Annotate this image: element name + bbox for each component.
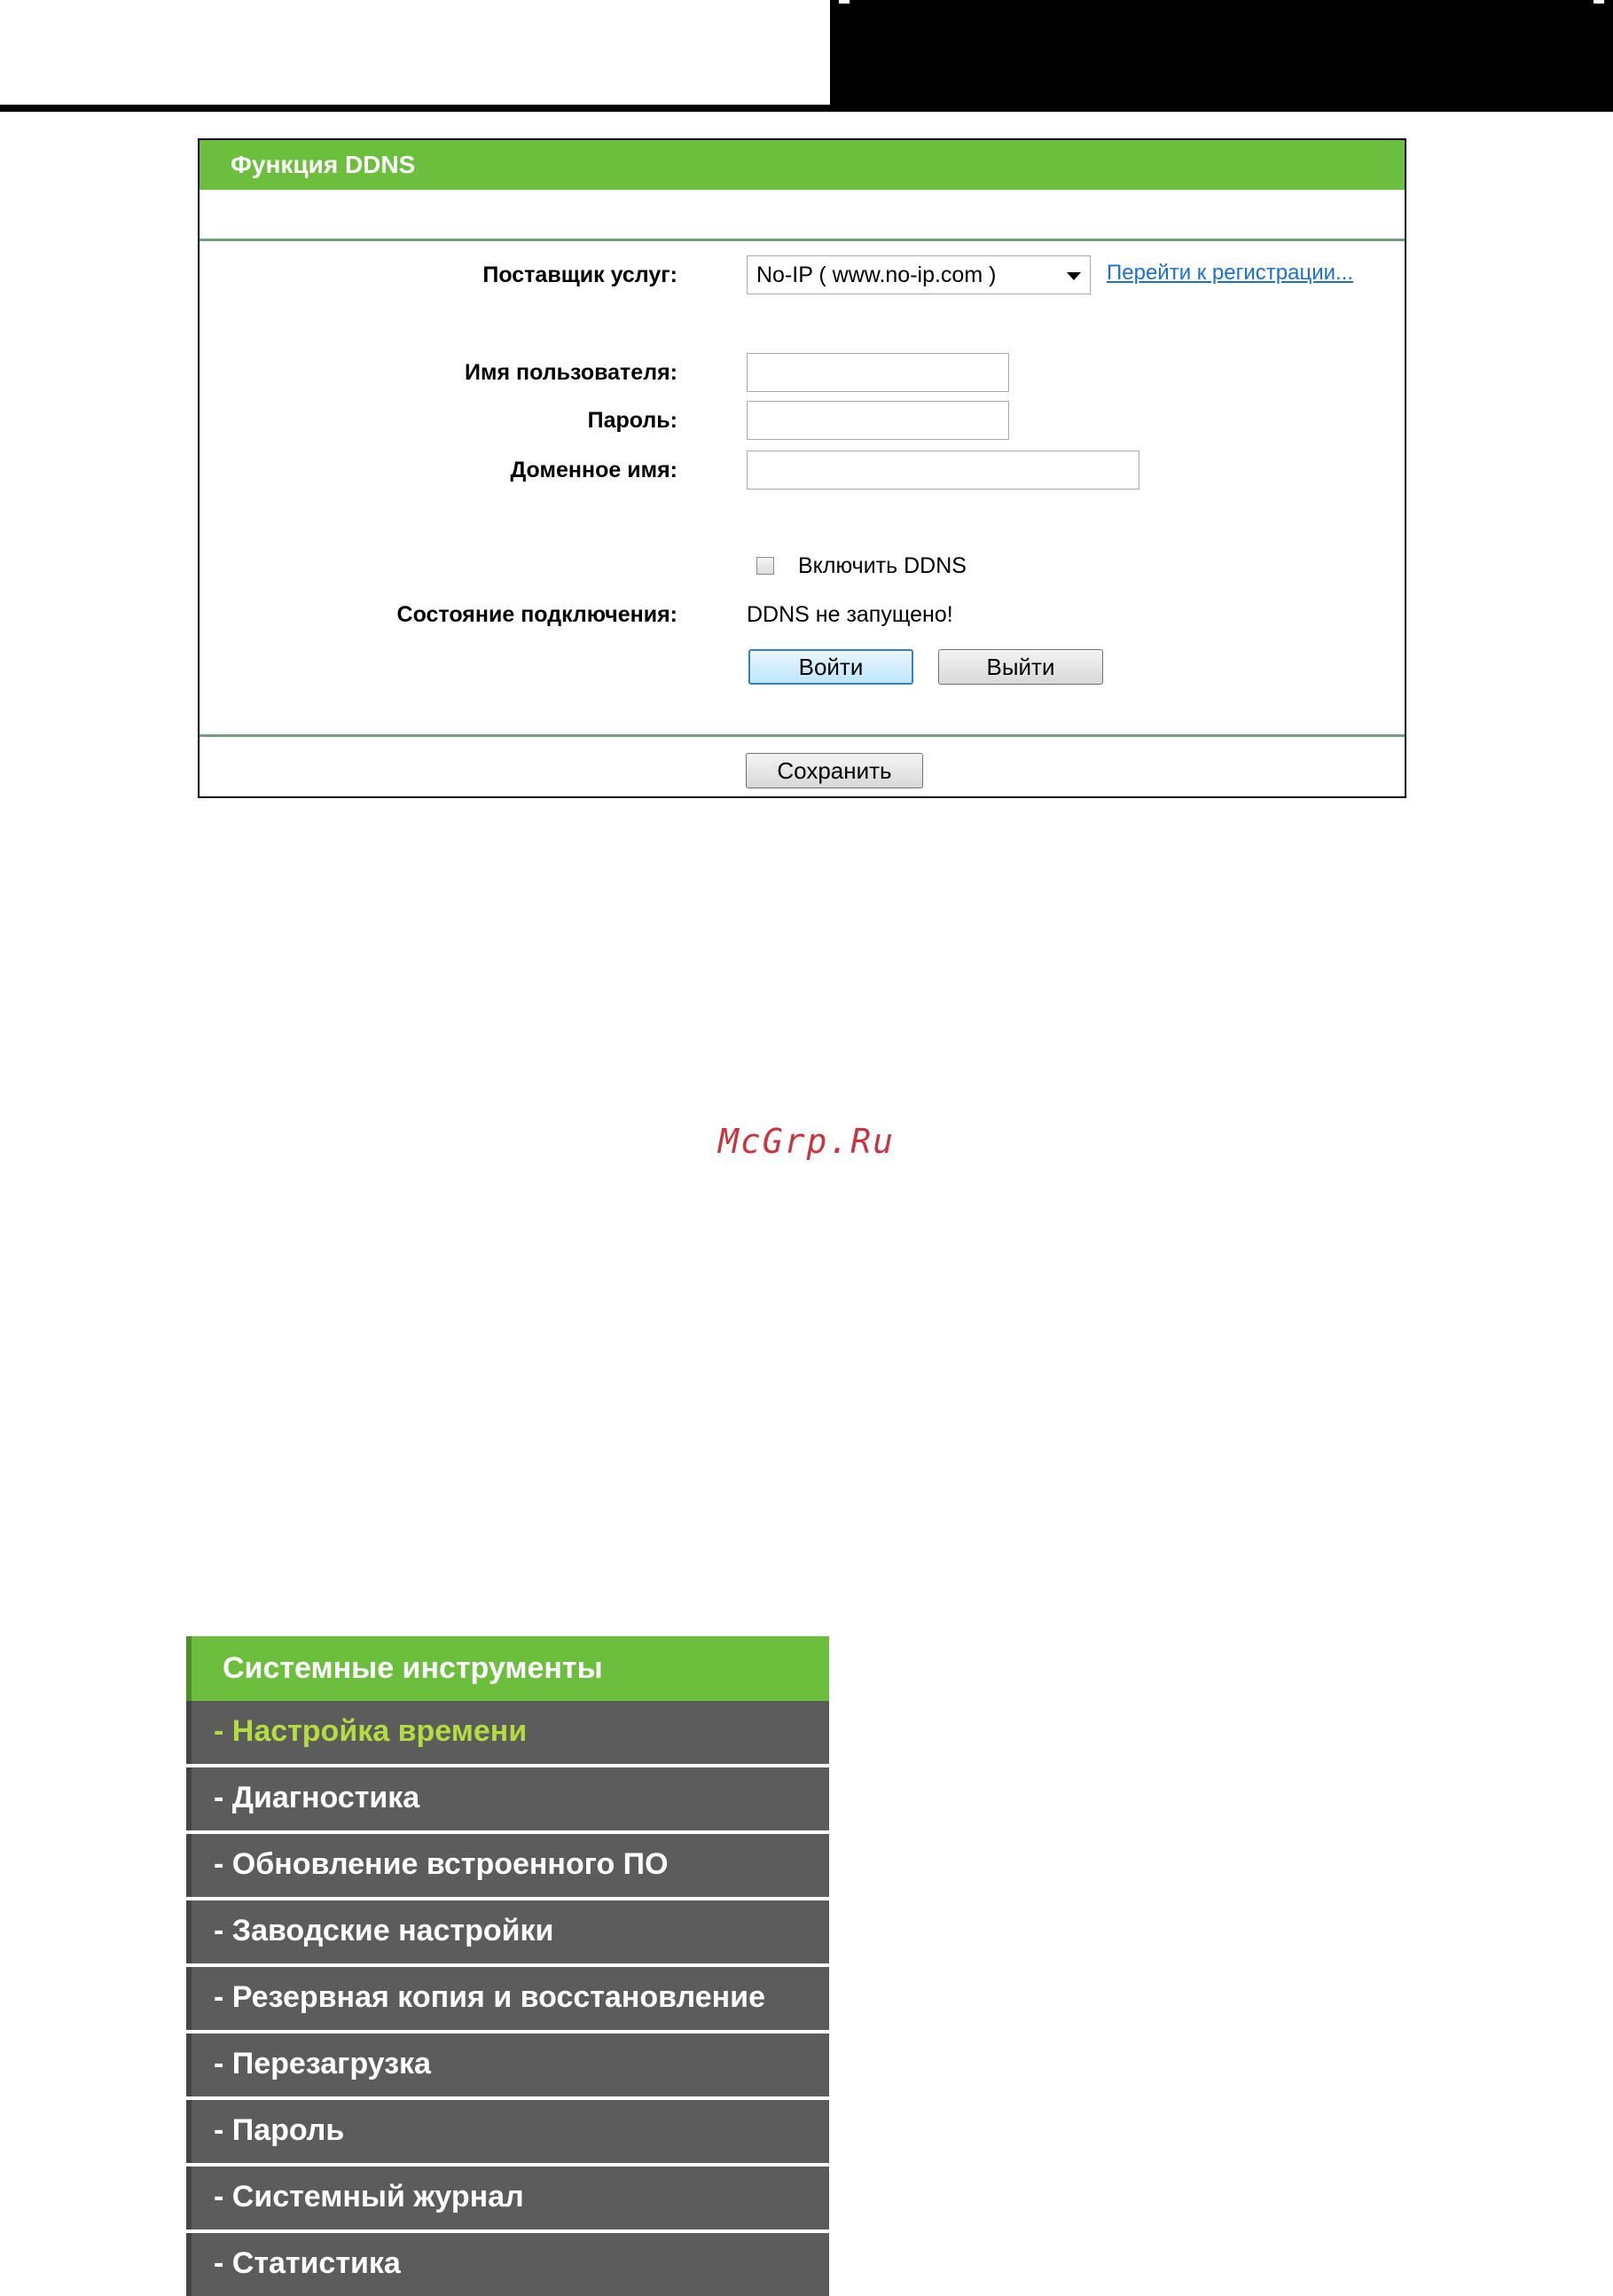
status-value: DDNS не запущено! <box>747 602 953 627</box>
domain-label: Доменное имя: <box>510 458 677 482</box>
chevron-down-icon <box>1067 272 1081 280</box>
menu-item-label: - Перезагрузка <box>214 2047 431 2081</box>
menu-item[interactable]: - Обновление встроенного ПО <box>186 1834 829 1897</box>
menu-item-label: - Заводские настройки <box>214 1914 554 1947</box>
panel-header: Функция DDNS <box>200 140 1405 190</box>
header-black-block <box>830 0 1613 112</box>
menu-item-label: - Статистика <box>214 2246 401 2280</box>
menu-item-label: - Обновление встроенного ПО <box>214 1847 669 1881</box>
menu-item[interactable]: - Перезагрузка <box>186 2033 829 2096</box>
menu-item-label: - Системный журнал <box>214 2180 524 2214</box>
register-link[interactable]: Перейти к регистрации... <box>1107 261 1353 286</box>
status-label: Состояние подключения: <box>396 602 677 627</box>
panel-title: Функция DDNS <box>231 151 416 178</box>
menu-item-label: - Резервная копия и восстановление <box>214 1980 765 2014</box>
enable-ddns-checkbox[interactable] <box>756 557 774 575</box>
watermark: McGrp.Ru <box>717 1122 896 1161</box>
domain-input[interactable] <box>747 451 1139 490</box>
header-rule <box>0 105 830 112</box>
menu-header[interactable]: Системные инструменты <box>186 1636 829 1701</box>
username-input[interactable] <box>747 353 1009 392</box>
menu-item[interactable]: - Заводские настройки <box>186 1900 829 1963</box>
menu-item[interactable]: - Системный журнал <box>186 2167 829 2229</box>
username-label: Имя пользователя: <box>465 360 677 385</box>
menu-item[interactable]: - Статистика <box>186 2233 829 2296</box>
menu-item-label: - Настройка времени <box>214 1714 528 1748</box>
header-notch-right <box>1593 0 1604 4</box>
menu-items: - Настройка времени - Диагностика - Обновл… <box>186 1701 829 2296</box>
provider-label: Поставщик услуг: <box>482 263 677 287</box>
provider-select-value: No-IP ( www.no-ip.com ) <box>756 263 997 287</box>
password-input[interactable] <box>747 401 1009 440</box>
divider-top <box>200 239 1405 241</box>
enable-ddns-label: Включить DDNS <box>798 553 967 578</box>
login-button[interactable]: Войти <box>748 649 913 685</box>
save-button[interactable]: Сохранить <box>746 753 923 788</box>
menu-item[interactable]: - Диагностика <box>186 1767 829 1830</box>
ddns-panel: Функция DDNS Поставщик услуг: No-IP ( ww… <box>198 138 1406 798</box>
logout-button[interactable]: Выйти <box>938 649 1103 685</box>
menu-item[interactable]: - Пароль <box>186 2100 829 2163</box>
menu-item-label: - Пароль <box>214 2113 345 2147</box>
menu-item-label: - Диагностика <box>214 1781 420 1814</box>
menu-item[interactable]: - Резервная копия и восстановление <box>186 1967 829 2030</box>
divider-bottom <box>200 734 1405 737</box>
system-tools-menu: Системные инструменты - Настройка времен… <box>186 1636 829 2296</box>
header-notch-left <box>839 0 850 4</box>
menu-header-label: Системные инструменты <box>223 1651 603 1685</box>
menu-item[interactable]: - Настройка времени <box>186 1701 829 1764</box>
provider-select[interactable]: No-IP ( www.no-ip.com ) <box>747 255 1091 294</box>
password-label: Пароль: <box>587 408 677 433</box>
